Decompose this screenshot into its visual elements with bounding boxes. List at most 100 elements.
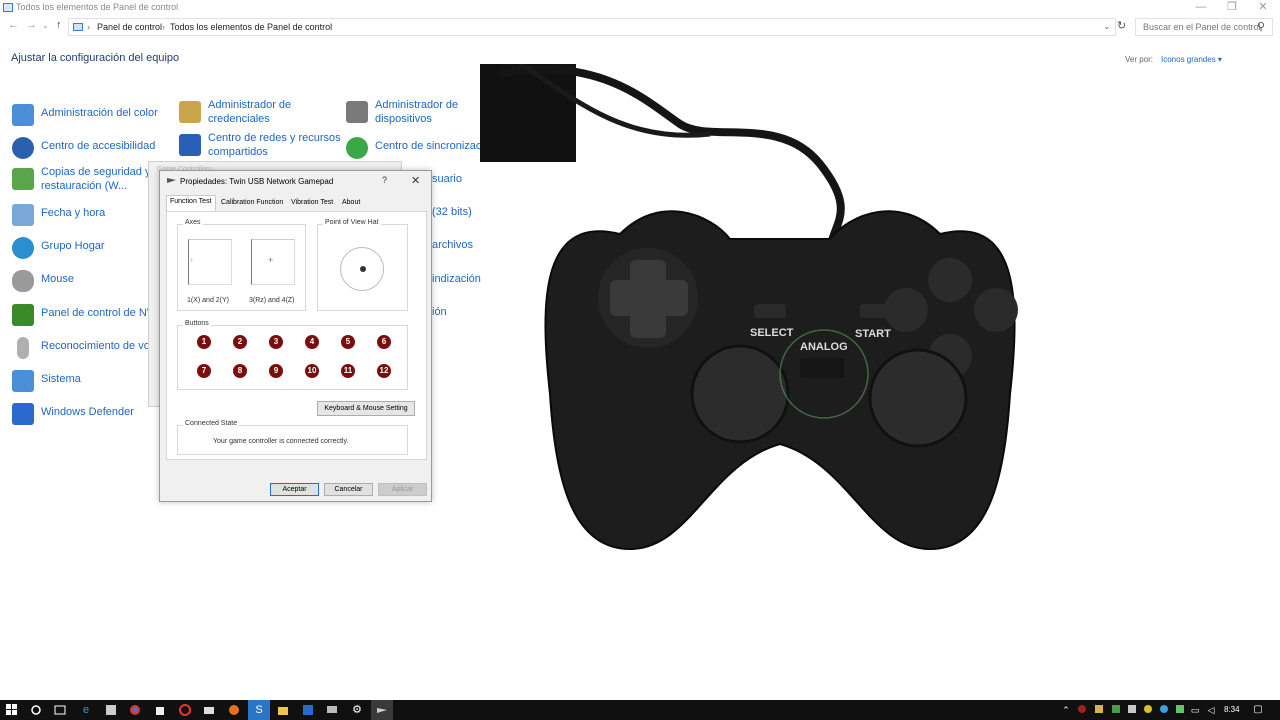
restore-button[interactable]: ❐ <box>1217 1 1247 15</box>
button-indicator-7: 7 <box>197 364 211 378</box>
back-arrow-icon[interactable]: ← <box>8 19 19 31</box>
gamepad-photo: SELECT START ANALOG <box>480 64 1018 551</box>
tab-vibration[interactable]: Vibration Test <box>288 197 336 211</box>
select-button <box>754 304 786 318</box>
dialog-close-button[interactable]: ✕ <box>411 174 420 187</box>
item-credentials[interactable]: Administrador de credenciales <box>179 98 339 128</box>
dpad-horizontal <box>610 280 688 316</box>
item-homegroup[interactable]: Grupo Hogar <box>12 234 162 264</box>
credentials-icon <box>179 101 201 123</box>
keyboard-mouse-setting-button[interactable]: Keyboard & Mouse Setting <box>317 401 415 416</box>
button-indicator-6: 6 <box>377 335 391 349</box>
tray-app-icon[interactable] <box>1110 704 1122 716</box>
item-label: Fecha y hora <box>41 207 106 219</box>
clock-icon <box>12 204 34 226</box>
item-date-time[interactable]: Fecha y hora <box>12 201 162 231</box>
item-label-partial[interactable]: ión <box>432 305 447 319</box>
address-dropdown-icon[interactable]: ⌄ <box>1103 21 1111 32</box>
help-button[interactable]: ? <box>382 175 387 185</box>
apply-button[interactable]: Aplicar <box>378 483 427 496</box>
axis-marker: + <box>189 255 195 265</box>
left-analog-stick <box>690 344 790 444</box>
cancel-button[interactable]: Cancelar <box>324 483 373 496</box>
clock[interactable]: 8:34 <box>1224 705 1240 714</box>
close-button[interactable]: ✕ <box>1248 1 1278 15</box>
item-defender[interactable]: Windows Defender <box>12 400 162 430</box>
button-indicator-1: 1 <box>197 335 211 349</box>
media-icon[interactable] <box>203 704 215 716</box>
opera-icon[interactable] <box>179 704 191 716</box>
file-explorer-icon[interactable] <box>277 704 289 716</box>
tray-app-icon[interactable] <box>1126 704 1138 716</box>
button-indicator-11: 11 <box>341 364 355 378</box>
item-label-partial[interactable]: indización <box>432 272 481 286</box>
item-label-partial[interactable]: (32 bits) <box>432 205 472 219</box>
nvidia-icon <box>12 304 34 326</box>
up-arrow-icon[interactable]: ↑ <box>56 19 62 31</box>
item-label-partial[interactable]: archivos <box>432 238 473 252</box>
skype-icon[interactable]: S <box>253 704 265 716</box>
store-bag-icon[interactable] <box>154 704 166 716</box>
tab-calibration[interactable]: Calibration Function <box>218 197 286 211</box>
item-sync-center[interactable]: Centro de sincronizació <box>346 134 480 164</box>
refresh-icon[interactable]: ↻ <box>1117 19 1126 32</box>
forward-arrow-icon[interactable]: → <box>26 19 37 31</box>
backup-icon <box>12 168 34 190</box>
item-nvidia[interactable]: Panel de control de NVI <box>12 301 162 331</box>
firefox-icon[interactable] <box>228 704 240 716</box>
outlook-icon[interactable] <box>302 704 314 716</box>
start-icon[interactable] <box>6 704 18 716</box>
search-input[interactable]: Buscar en el Panel de control ⚲ <box>1135 18 1273 36</box>
notifications-icon[interactable]: ▢ <box>1252 704 1264 716</box>
volume-icon[interactable]: ◁ <box>1205 704 1217 716</box>
control-panel-icon <box>3 3 13 12</box>
button-indicator-9: 9 <box>269 364 283 378</box>
item-mouse[interactable]: Mouse <box>12 267 162 297</box>
button-indicator-12: 12 <box>377 364 391 378</box>
tray-app-icon[interactable] <box>1142 704 1154 716</box>
tray-app-icon[interactable] <box>1158 704 1170 716</box>
minimize-button[interactable]: — <box>1186 1 1216 15</box>
homegroup-icon <box>12 237 34 259</box>
breadcrumb-control-panel[interactable]: Panel de control <box>97 22 162 32</box>
tab-about[interactable]: About <box>339 197 363 211</box>
item-label-partial[interactable]: suario <box>432 172 462 186</box>
item-color-management[interactable]: Administración del color <box>12 101 162 131</box>
item-accessibility[interactable]: Centro de accesibilidad <box>12 134 162 164</box>
network-icon[interactable]: ▭ <box>1189 704 1201 716</box>
control-panel-icon <box>73 23 83 31</box>
item-speech[interactable]: Reconocimiento de voz <box>12 334 162 364</box>
store-icon[interactable] <box>105 704 117 716</box>
button-indicator-5: 5 <box>341 335 355 349</box>
item-network[interactable]: Centro de redes y recursos compartidos <box>179 131 341 161</box>
ok-button[interactable]: Aceptar <box>270 483 319 496</box>
item-label: Administrador de dispositivos <box>375 99 459 125</box>
item-label: Administración del color <box>41 107 158 119</box>
tray-app-icon[interactable] <box>1174 704 1186 716</box>
view-by-dropdown[interactable]: Iconos grandes ▾ <box>1161 55 1222 64</box>
page-heading: Ajustar la configuración del equipo <box>11 52 180 64</box>
chrome-icon[interactable] <box>129 704 141 716</box>
connected-state-label: Connected State <box>183 420 240 427</box>
tray-app-icon[interactable] <box>1076 704 1088 716</box>
address-field[interactable]: › Panel de control › Todos los elementos… <box>68 18 1116 36</box>
search-icon[interactable] <box>30 704 42 716</box>
settings-icon[interactable]: ⚙ <box>351 704 363 716</box>
recent-locations-icon[interactable]: ⌄ <box>42 21 49 30</box>
accessibility-icon <box>12 137 34 159</box>
edge-icon[interactable]: e <box>80 704 92 716</box>
task-view-icon[interactable] <box>54 704 66 716</box>
breadcrumb-all-items[interactable]: Todos los elementos de Panel de control <box>170 22 332 32</box>
item-device-manager[interactable]: Administrador de dispositivos <box>346 98 480 128</box>
axis-xy-label: 1(X) and 2(Y) <box>187 297 230 304</box>
tray-overflow-icon[interactable]: ⌃ <box>1060 704 1072 716</box>
tray-app-icon[interactable] <box>1093 704 1105 716</box>
buttons-label: Buttons <box>183 320 211 327</box>
gamepad-icon <box>167 178 176 183</box>
item-system[interactable]: Sistema <box>12 367 162 397</box>
gamepad-icon[interactable] <box>376 704 388 716</box>
monitor-icon[interactable] <box>326 704 338 716</box>
sync-icon <box>346 137 368 159</box>
item-backup[interactable]: Copias de seguridad y restauración (W... <box>12 165 162 195</box>
tab-function-test[interactable]: Function Test <box>166 195 216 211</box>
